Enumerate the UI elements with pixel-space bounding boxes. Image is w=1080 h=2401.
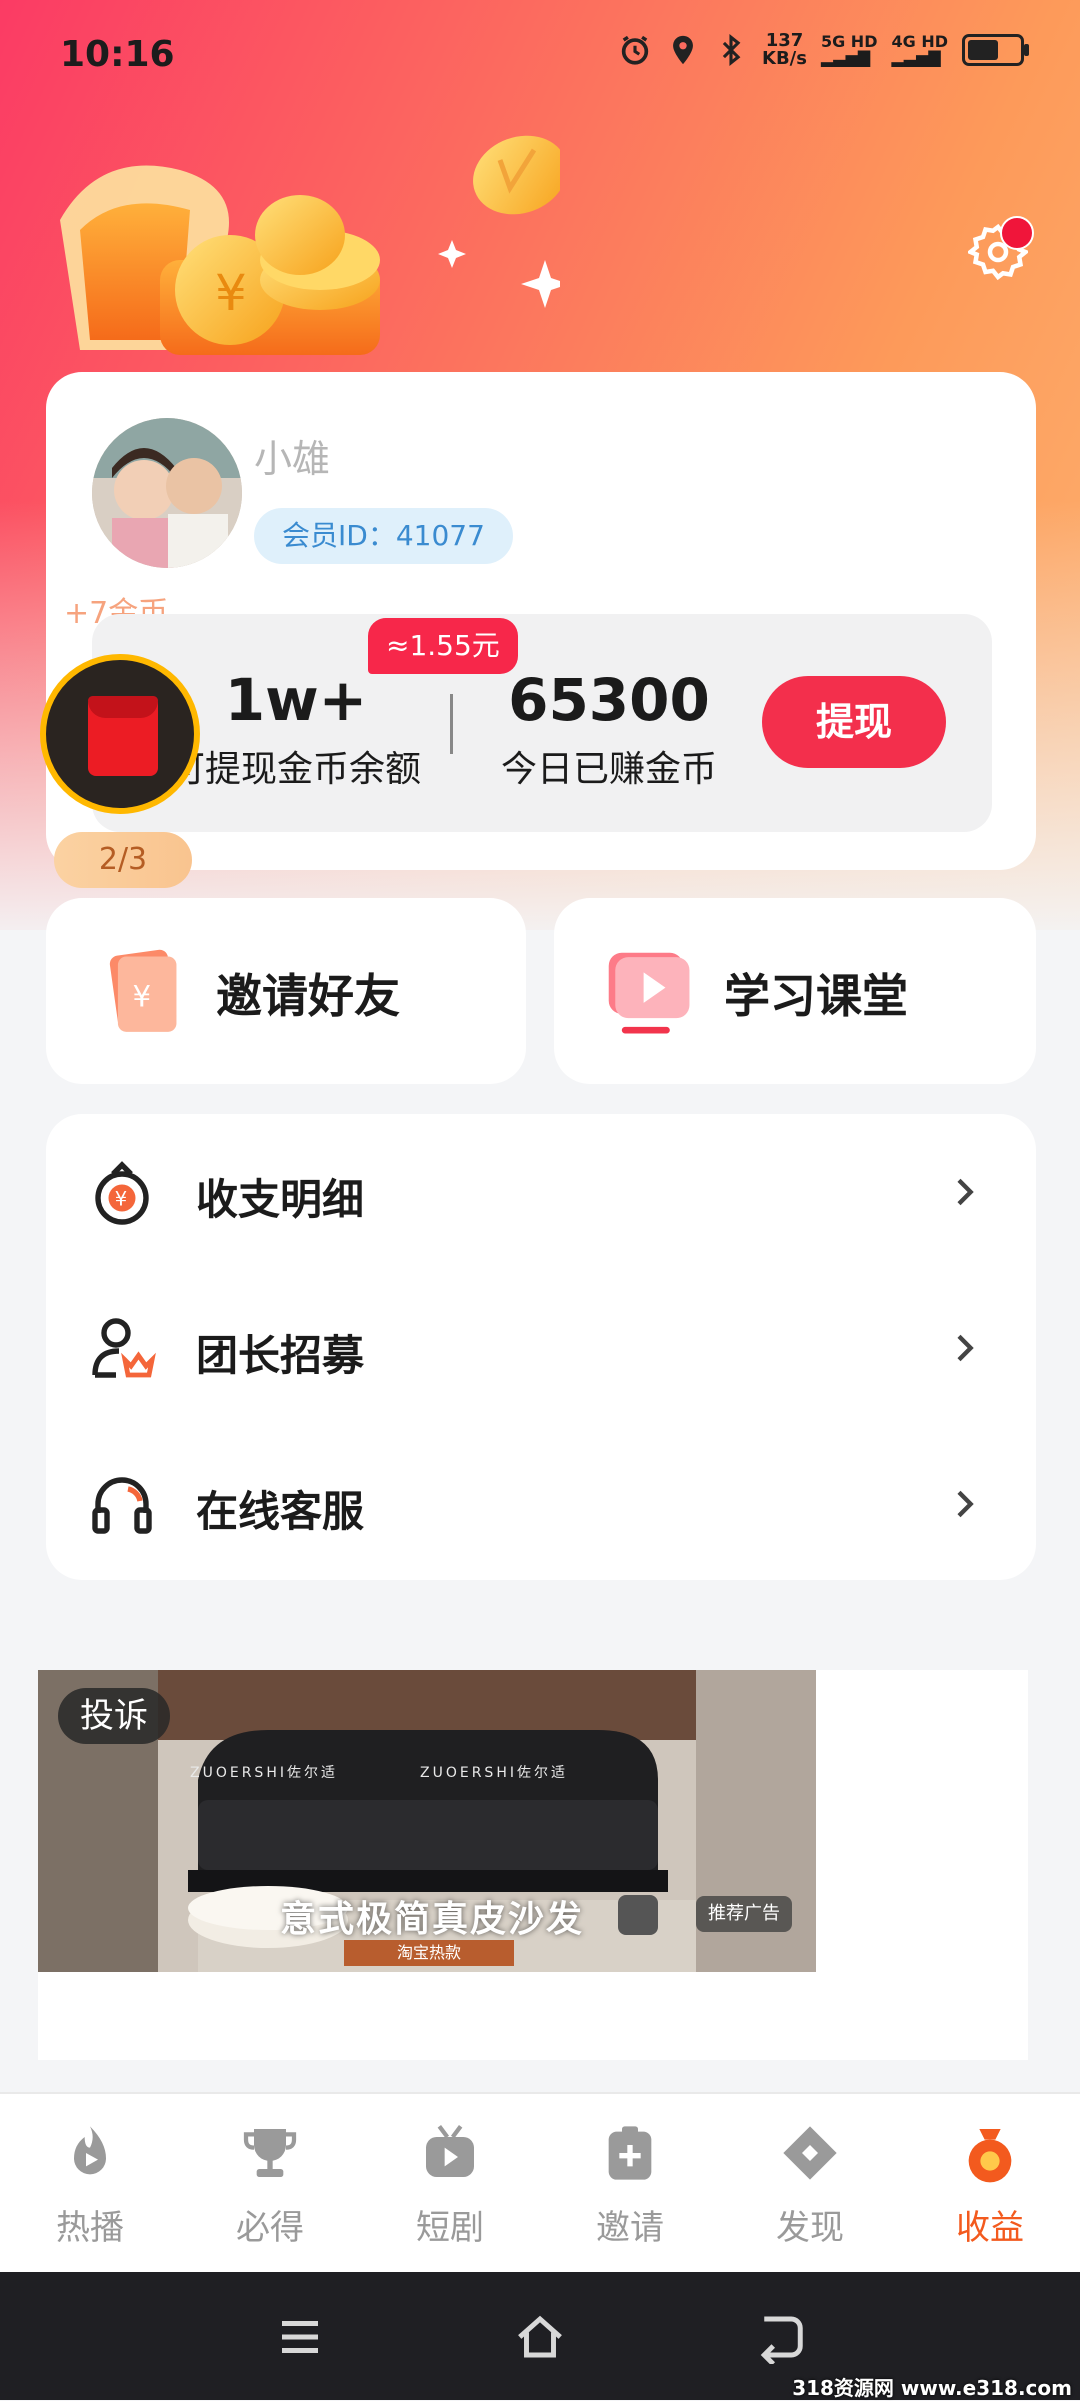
svg-text:¥: ¥ <box>133 980 152 1014</box>
tab-short-drama[interactable]: 短剧 <box>380 2120 520 2260</box>
menu-item-customer-service[interactable]: 在线客服 <box>46 1426 1036 1582</box>
compass-icon <box>783 2126 837 2180</box>
signal-bars-icon: ▂▃▅▇ <box>820 48 871 67</box>
balance-label: 可提现金币余额 <box>168 749 421 790</box>
today-earned-value: 65300 <box>508 666 710 734</box>
withdraw-button[interactable]: 提现 <box>762 676 946 768</box>
menu-item-label: 团长招募 <box>196 1331 365 1380</box>
headset-icon <box>92 1477 152 1534</box>
home-icon[interactable] <box>510 2310 570 2364</box>
signal-bars-icon: ▂▃▅▇ <box>891 48 941 67</box>
status-time: 10:16 <box>60 34 175 75</box>
back-icon[interactable] <box>750 2310 810 2364</box>
invite-plus-icon <box>608 2126 652 2180</box>
coin-treasure-illustration: ¥ <box>60 135 560 355</box>
invite-friends-label: 邀请好友 <box>216 969 400 1023</box>
tab-label: 热播 <box>56 2208 124 2248</box>
location-icon <box>673 35 693 65</box>
avatar[interactable] <box>92 418 242 568</box>
tab-earnings[interactable]: 收益 <box>920 2120 1060 2260</box>
chevron-right-icon <box>957 1178 974 1206</box>
net-speed-unit: KB/s <box>762 48 807 69</box>
trophy-icon <box>243 2129 297 2177</box>
tab-label: 短剧 <box>416 2208 484 2248</box>
tab-label: 必得 <box>236 2208 304 2248</box>
menu-list-card: ¥ 收支明细 团长招募 在线客服 <box>46 1114 1036 1580</box>
ad-sub-caption: 淘宝热款 <box>344 1940 514 1966</box>
sim1-signal: 5G HD ▂▃▅▇ <box>821 34 878 66</box>
red-envelope-icon <box>88 696 158 776</box>
ad-brand-text: ZUOERSHI佐尔适 <box>190 1765 338 1781</box>
status-bar: 10:16 137 KB/s 5G HD ▂▃▅▇ 4G HD ▂▃▅▇ <box>0 0 1080 110</box>
complain-button[interactable]: 投诉 <box>58 1688 170 1744</box>
today-earned-label: 今日已赚金币 <box>500 749 717 790</box>
red-packet-widget[interactable] <box>40 654 200 814</box>
menu-icon[interactable] <box>270 2310 330 2364</box>
menu-item-label: 收支明细 <box>196 1175 365 1224</box>
tab-label: 收益 <box>956 2208 1024 2248</box>
tab-label: 发现 <box>776 2208 844 2248</box>
battery-icon <box>962 34 1029 66</box>
menu-item-leader-recruit[interactable]: 团长招募 <box>46 1270 1036 1426</box>
chevron-right-icon <box>957 1334 974 1362</box>
red-packet-icon: ¥ <box>109 949 177 1032</box>
member-id-badge: 会员ID：41077 <box>254 508 513 564</box>
video-play-icon <box>608 952 690 1034</box>
notification-dot <box>1000 216 1034 250</box>
watermark-text: 318资源网 www.e318.com <box>792 2376 1072 2400</box>
learning-class-card[interactable]: 学习课堂 <box>554 898 1036 1084</box>
username: 小雄 <box>254 437 331 481</box>
chevron-right-icon <box>957 1490 974 1518</box>
money-bag-icon: ¥ <box>95 1161 149 1225</box>
tab-must-get[interactable]: 必得 <box>200 2120 340 2260</box>
ad-label-tag: 推荐广告 <box>696 1896 792 1932</box>
tab-label: 邀请 <box>596 2208 664 2248</box>
user-crown-icon <box>92 1318 156 1378</box>
tab-hot[interactable]: 热播 <box>20 2120 160 2260</box>
tab-discover[interactable]: 发现 <box>740 2120 880 2260</box>
task-progress-badge: 2/3 <box>54 832 192 888</box>
avatar-photo <box>92 418 242 568</box>
alarm-icon <box>621 35 649 65</box>
ad-caption: 意式极简真皮沙发 <box>280 1899 585 1940</box>
status-icons: 137 KB/s 5G HD ▂▃▅▇ 4G HD ▂▃▅▇ <box>618 32 1029 68</box>
tab-invite[interactable]: 邀请 <box>560 2120 700 2260</box>
net-speed: 137 KB/s <box>762 32 807 68</box>
bluetooth-icon <box>722 34 741 66</box>
bottom-navigation <box>0 2092 1080 2274</box>
menu-item-income-details[interactable]: ¥ 收支明细 <box>46 1114 1036 1270</box>
tv-play-icon <box>426 2125 474 2177</box>
flame-play-icon <box>74 2126 106 2175</box>
svg-text:¥: ¥ <box>115 1188 127 1211</box>
learning-class-label: 学习课堂 <box>724 969 908 1023</box>
balance-value: 1w+ <box>224 666 368 734</box>
sim2-signal: 4G HD ▂▃▅▇ <box>891 34 948 66</box>
stats-divider <box>450 694 453 754</box>
menu-item-label: 在线客服 <box>196 1487 365 1536</box>
svg-text:¥: ¥ <box>215 264 247 322</box>
ad-brand-text: ZUOERSHI佐尔适 <box>420 1765 568 1781</box>
money-bag-icon <box>968 2129 1012 2183</box>
invite-friends-card[interactable]: ¥ 邀请好友 <box>46 898 526 1084</box>
